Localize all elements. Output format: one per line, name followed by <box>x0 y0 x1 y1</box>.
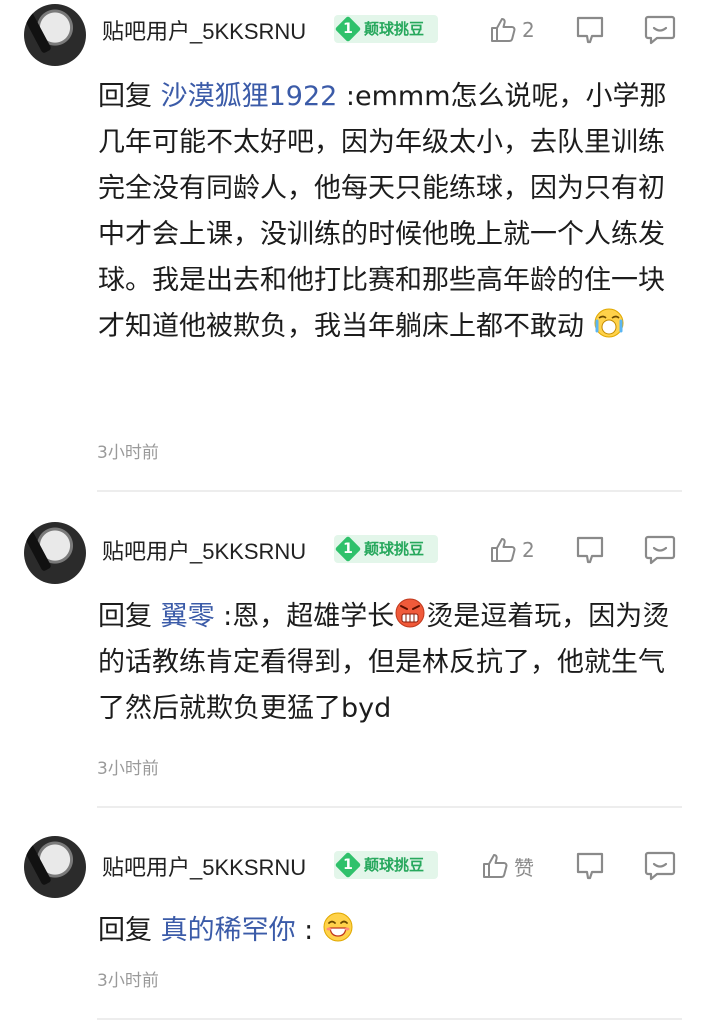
badge-title: 颠球挑豆 <box>364 856 425 874</box>
mention-link[interactable]: 沙漠狐狸1922 <box>161 81 338 112</box>
comment-text: 回复 真的稀罕你 : <box>98 908 688 954</box>
comment-bubble-icon <box>644 851 676 881</box>
username[interactable]: 贴吧用户_5KKSRNU <box>102 850 306 882</box>
comment-text: 回复 沙漠狐狸1922 :emmm怎么说呢，小学那几年可能不太好吧，因为年级太小… <box>98 74 688 350</box>
avatar[interactable] <box>24 4 86 66</box>
reply-prefix: 回复 <box>98 915 152 946</box>
username[interactable]: 贴吧用户_5KKSRNU <box>102 534 306 566</box>
comment-body: :emmm怎么说呢，小学那几年可能不太好吧，因为年级太小，去队里训练完全没有同龄… <box>98 81 667 342</box>
like-button[interactable]: 2 <box>488 532 535 568</box>
level-badge[interactable]: 1 颠球挑豆 <box>334 851 438 879</box>
timestamp: 3小时前 <box>97 443 159 463</box>
thumbs-up-icon <box>491 538 516 562</box>
grinning-face-emoji <box>323 912 353 942</box>
badge-level: 1 <box>343 857 353 873</box>
dislike-button[interactable] <box>572 532 608 568</box>
thumbs-up-icon <box>483 854 508 878</box>
like-button[interactable]: 赞 <box>480 848 534 884</box>
timestamp: 3小时前 <box>97 971 159 991</box>
reply-prefix: 回复 <box>98 81 152 112</box>
comment-body: : <box>295 915 314 946</box>
badge-level: 1 <box>343 21 353 37</box>
comment-bubble-icon <box>644 535 676 565</box>
badge-title: 颠球挑豆 <box>364 540 425 558</box>
dislike-button[interactable] <box>572 848 608 884</box>
divider <box>97 1018 682 1020</box>
like-count: 2 <box>522 18 535 42</box>
comment-bubble-icon <box>644 15 676 45</box>
badge-level: 1 <box>343 541 353 557</box>
avatar[interactable] <box>24 836 86 898</box>
dislike-button[interactable] <box>572 12 608 48</box>
thumbs-down-icon <box>576 852 604 880</box>
comment-text: 回复 翼零 :恩，超雄学长 烫是逗着玩，因为烫的话教练肯定看得到，但是林反抗了，… <box>98 594 688 732</box>
reply-prefix: 回复 <box>98 601 152 632</box>
thumbs-down-icon <box>576 536 604 564</box>
level-badge[interactable]: 1 颠球挑豆 <box>334 15 438 43</box>
reply-button[interactable] <box>642 532 678 568</box>
like-button[interactable]: 2 <box>488 12 535 48</box>
comment-body-before-emoji: :恩，超雄学长 <box>214 601 395 632</box>
divider <box>97 806 682 808</box>
mention-link[interactable]: 真的稀罕你 <box>161 915 296 946</box>
reply-button[interactable] <box>642 12 678 48</box>
avatar[interactable] <box>24 522 86 584</box>
thumbs-up-icon <box>491 18 516 42</box>
crying-face-emoji <box>594 308 624 338</box>
timestamp: 3小时前 <box>97 759 159 779</box>
angry-grimace-emoji <box>395 598 425 628</box>
badge-title: 颠球挑豆 <box>364 20 425 38</box>
username[interactable]: 贴吧用户_5KKSRNU <box>102 14 306 46</box>
mention-link[interactable]: 翼零 <box>161 601 215 632</box>
thumbs-down-icon <box>576 16 604 44</box>
divider <box>97 490 682 492</box>
like-label: 赞 <box>514 855 534 880</box>
reply-button[interactable] <box>642 848 678 884</box>
like-count: 2 <box>522 538 535 562</box>
level-badge[interactable]: 1 颠球挑豆 <box>334 535 438 563</box>
